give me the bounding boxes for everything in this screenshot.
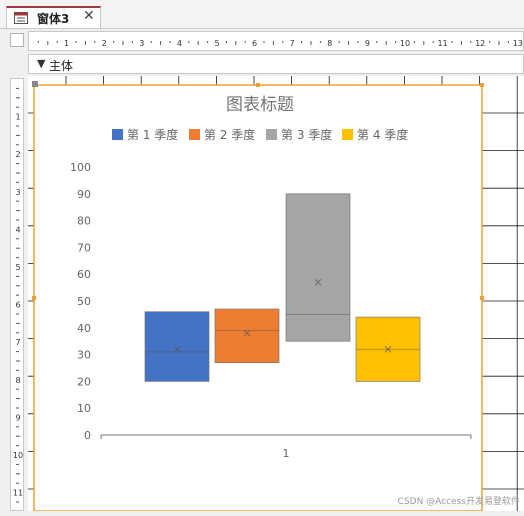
ruler-label: 3 — [15, 188, 20, 197]
legend-label: 第 3 季度 — [281, 127, 332, 142]
vertical-ruler-ticks: 1 2 3 4 5 6 7 8 9 10 11 — [13, 87, 23, 503]
ruler-label: 8 — [327, 39, 332, 48]
chart-control[interactable]: 图表标题第 1 季度 第 2 季度 第 3 季度 第 4 季度 0 10 20 30 40 50 6… — [28, 76, 524, 511]
y-tick-label: 10 — [77, 402, 91, 415]
horizontal-ruler: 1 2 3 4 5 6 7 8 9 10 11 12 13 — [28, 31, 524, 51]
ruler-label: 12 — [475, 39, 485, 48]
legend-label: 第 1 季度 — [127, 127, 178, 142]
y-tick-label: 80 — [77, 215, 91, 228]
ruler-label: 3 — [139, 39, 144, 48]
y-tick-label: 30 — [77, 349, 91, 362]
ruler-label: 4 — [177, 39, 182, 48]
ruler-label: 10 — [400, 39, 410, 48]
y-tick-label: 60 — [77, 268, 91, 281]
resize-handle — [32, 296, 36, 300]
design-surface[interactable]: 图表标题第 1 季度 第 2 季度 第 3 季度 第 4 季度 0 10 20 30 40 50 6… — [28, 76, 524, 511]
form-selector-box[interactable] — [10, 33, 24, 47]
tab-title: 窗体3 — [37, 12, 70, 26]
ruler-label: 4 — [15, 225, 20, 234]
ruler-label: 6 — [15, 301, 20, 310]
ruler-label: 5 — [15, 263, 20, 272]
section-arrow-icon: ▼ — [37, 57, 46, 70]
box-3 — [285, 193, 351, 342]
form-icon — [14, 12, 28, 24]
form-tab[interactable]: 窗体3 ✕ — [6, 6, 101, 28]
ruler-label: 11 — [438, 39, 448, 48]
ruler-label: 10 — [13, 451, 23, 460]
legend-swatch — [342, 129, 353, 140]
box-2 — [214, 308, 280, 363]
ruler-label: 7 — [290, 39, 295, 48]
y-tick-label: 70 — [77, 241, 91, 254]
close-icon[interactable]: ✕ — [83, 8, 95, 24]
resize-handle — [480, 296, 484, 300]
y-tick-label: 100 — [70, 161, 91, 174]
legend-swatch — [266, 129, 277, 140]
ruler-label: 9 — [365, 39, 370, 48]
ruler-label: 1 — [15, 113, 20, 122]
detail-section-header[interactable]: ▼ 主体 — [28, 54, 524, 74]
y-tick-label: 50 — [77, 295, 91, 308]
resize-handle — [256, 83, 260, 87]
x-tick-label: 1 — [283, 447, 290, 460]
horizontal-ruler-ticks: 1 2 3 4 5 6 7 8 9 10 11 12 13 — [37, 39, 523, 48]
move-handle — [32, 81, 38, 87]
ruler-label: 11 — [13, 489, 23, 498]
chart-frame — [33, 84, 483, 511]
legend-swatch — [189, 129, 200, 140]
legend-label: 第 2 季度 — [204, 127, 255, 142]
ruler-label: 2 — [15, 150, 20, 159]
legend-label: 第 4 季度 — [357, 127, 408, 142]
box-1 — [144, 311, 210, 382]
ruler-label: 2 — [102, 39, 107, 48]
section-label: 主体 — [49, 59, 74, 73]
ruler-label: 7 — [15, 338, 20, 347]
vertical-ruler: 1 2 3 4 5 6 7 8 9 10 11 — [10, 78, 24, 511]
legend-swatch — [112, 129, 123, 140]
ruler-label: 1 — [64, 39, 69, 48]
y-tick-label: 90 — [77, 188, 91, 201]
y-tick-label: 40 — [77, 322, 91, 335]
y-tick-label: 0 — [84, 429, 91, 442]
ruler-label: 8 — [15, 376, 20, 385]
resize-handle — [480, 83, 484, 87]
document-tab-bar: 窗体3 ✕ — [0, 0, 524, 29]
chart-title: 图表标题 — [226, 95, 294, 115]
y-tick-label: 20 — [77, 375, 91, 388]
watermark: CSDN @Access开发易登软件 — [397, 497, 520, 507]
ruler-label: 5 — [214, 39, 219, 48]
ruler-label: 9 — [15, 413, 20, 422]
ruler-label: 6 — [252, 39, 257, 48]
ruler-label: 13 — [513, 39, 523, 48]
